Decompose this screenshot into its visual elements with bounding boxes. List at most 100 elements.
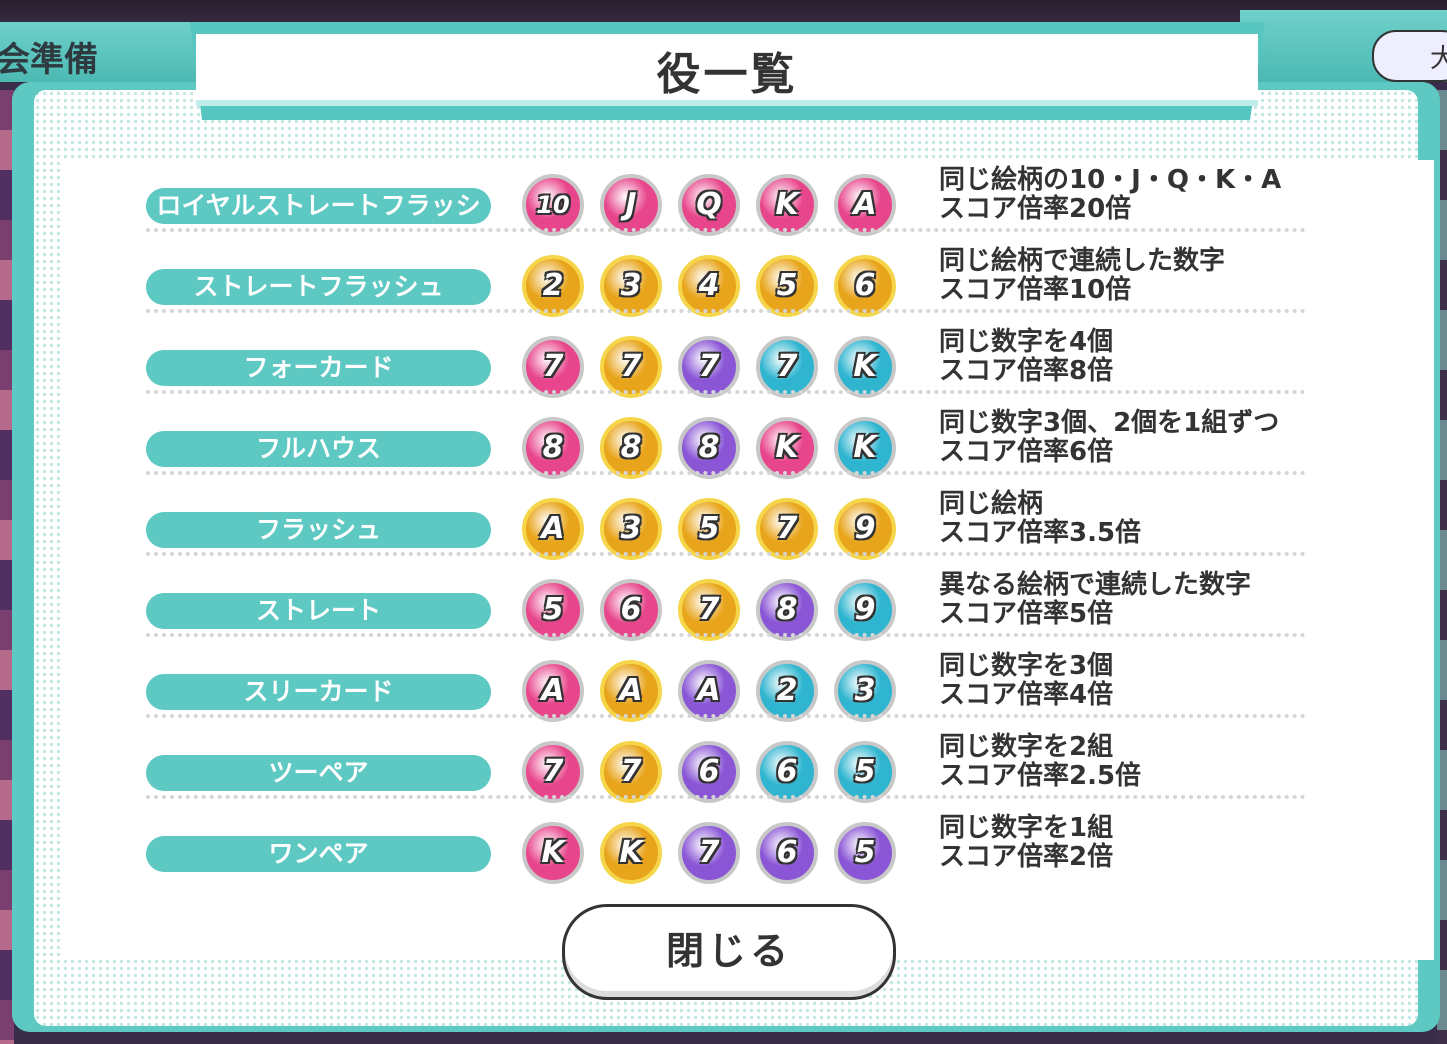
- card-pink-icon: 5: [522, 579, 584, 641]
- card-pink-icon: K: [756, 174, 818, 236]
- card-purple-icon: 5: [834, 822, 896, 884]
- hand-condition: 同じ数字3個、2個を1組ずつ: [939, 408, 1280, 438]
- card-gold-icon: 6: [834, 255, 896, 317]
- hand-description: 異なる絵柄で連続した数字 スコア倍率5倍: [939, 571, 1339, 629]
- close-button[interactable]: 閉じる: [562, 904, 896, 1000]
- card-teal-icon: K: [834, 417, 896, 479]
- card-gold-icon: 7: [678, 579, 740, 641]
- hand-row: ロイヤルストレートフラッシュ 10 J Q K A 同じ絵柄の10・J・Q・K・A スコア倍率…: [146, 166, 1306, 256]
- hand-row: ツーペア 7 7 6 6 5 同じ数字を2組 スコア倍率2.5倍: [146, 733, 1306, 819]
- card-pink-icon: 7: [522, 336, 584, 398]
- card-purple-icon: 7: [678, 336, 740, 398]
- hand-score-multiplier: スコア倍率3.5倍: [939, 518, 1142, 548]
- card-gold-icon: K: [600, 822, 662, 884]
- card-teal-icon: 6: [756, 741, 818, 803]
- hand-description: 同じ数字3個、2個を1組ずつ スコア倍率6倍: [939, 409, 1339, 467]
- card-pink-icon: 6: [600, 579, 662, 641]
- hand-name-label: スリーカード: [146, 674, 491, 710]
- card-gold-icon: 7: [600, 741, 662, 803]
- background-header-left: 会準備: [0, 22, 215, 82]
- card-gold-icon: 5: [678, 498, 740, 560]
- hand-description: 同じ数字を3個 スコア倍率4倍: [939, 652, 1339, 710]
- hand-name-label: ロイヤルストレートフラッシュ: [146, 188, 491, 256]
- card-pink-icon: K: [756, 417, 818, 479]
- hand-condition: 同じ数字を1組: [939, 813, 1114, 843]
- card-pink-icon: K: [522, 822, 584, 884]
- hand-name-label: フルハウス: [146, 431, 491, 467]
- dialog-title: 役一覧: [656, 49, 798, 100]
- card-teal-icon: 3: [834, 660, 896, 722]
- background-pill-text: 大: [1430, 44, 1447, 74]
- card-pink-icon: J: [600, 174, 662, 236]
- card-gold-icon: 3: [600, 255, 662, 317]
- row-divider: [146, 471, 1306, 475]
- hand-score-multiplier: スコア倍率20倍: [939, 194, 1132, 224]
- card-gold-icon: A: [600, 660, 662, 722]
- row-divider: [146, 633, 1306, 637]
- hand-condition: 同じ絵柄で連続した数字: [939, 246, 1226, 276]
- card-gold-icon: A: [522, 498, 584, 560]
- card-purple-icon: 8: [756, 579, 818, 641]
- hand-name-label: フォーカード: [146, 350, 491, 386]
- card-teal-icon: 5: [834, 741, 896, 803]
- hand-description: 同じ絵柄で連続した数字 スコア倍率10倍: [939, 247, 1339, 305]
- hand-row: ワンペア K K 7 6 5 同じ数字を1組 スコア倍率2倍: [146, 814, 1306, 900]
- example-cards: KK765: [522, 820, 922, 890]
- card-pink-icon: A: [522, 660, 584, 722]
- row-divider: [146, 714, 1306, 718]
- row-divider: [146, 795, 1306, 799]
- hand-name-label: ストレートフラッシュ: [146, 269, 491, 305]
- hand-score-multiplier: スコア倍率10倍: [939, 275, 1132, 305]
- card-teal-icon: 7: [756, 336, 818, 398]
- row-divider: [146, 390, 1306, 394]
- card-gold-icon: 3: [600, 498, 662, 560]
- hand-score-multiplier: スコア倍率2.5倍: [939, 761, 1142, 791]
- hand-description: 同じ絵柄の10・J・Q・K・A スコア倍率20倍: [939, 166, 1339, 224]
- hand-score-multiplier: スコア倍率5倍: [939, 599, 1114, 629]
- card-purple-icon: 6: [756, 822, 818, 884]
- card-pink-icon: 8: [522, 417, 584, 479]
- hand-score-multiplier: スコア倍率8倍: [939, 356, 1114, 386]
- hand-condition: 同じ絵柄: [939, 489, 1044, 519]
- card-purple-icon: 7: [678, 822, 740, 884]
- card-gold-icon: 2: [522, 255, 584, 317]
- hand-name-label: ツーペア: [146, 755, 491, 791]
- hand-description: 同じ絵柄 スコア倍率3.5倍: [939, 490, 1339, 548]
- hand-score-multiplier: スコア倍率2倍: [939, 842, 1114, 872]
- hand-condition: 同じ数字を4個: [939, 327, 1114, 357]
- card-gold-icon: 7: [756, 498, 818, 560]
- hand-condition: 異なる絵柄で連続した数字: [939, 570, 1252, 600]
- hand-name-label: ワンペア: [146, 836, 491, 872]
- row-divider: [146, 309, 1306, 313]
- hand-row: スリーカード A A A 2 3 同じ数字を3個 スコア倍率4倍: [146, 652, 1306, 738]
- card-purple-icon: A: [678, 660, 740, 722]
- card-gold-icon: 4: [678, 255, 740, 317]
- hand-condition: 同じ絵柄の10・J・Q・K・A: [939, 165, 1282, 195]
- card-gold-icon: 5: [756, 255, 818, 317]
- hand-score-multiplier: スコア倍率4倍: [939, 680, 1114, 710]
- hand-row: フォーカード 7 7 7 7 K 同じ数字を4個 スコア倍率8倍: [146, 328, 1306, 414]
- row-divider: [146, 552, 1306, 556]
- hand-condition: 同じ数字を3個: [939, 651, 1114, 681]
- card-pink-icon: Q: [678, 174, 740, 236]
- background-pill-button: 大: [1372, 30, 1447, 82]
- hand-condition: 同じ数字を2組: [939, 732, 1114, 762]
- hand-name-label: ストレート: [146, 593, 491, 629]
- row-divider: [146, 228, 1306, 232]
- card-gold-icon: 7: [600, 336, 662, 398]
- hand-description: 同じ数字を4個 スコア倍率8倍: [939, 328, 1339, 386]
- card-teal-icon: 2: [756, 660, 818, 722]
- card-gold-icon: 9: [834, 498, 896, 560]
- hand-row: ストレートフラッシュ 2 3 4 5 6 同じ絵柄で連続した数字 スコア倍率10倍: [146, 247, 1306, 333]
- hand-row: ストレート 5 6 7 8 9 異なる絵柄で連続した数字 スコア倍率5倍: [146, 571, 1306, 657]
- card-pink-icon: A: [834, 174, 896, 236]
- card-pink-icon: 7: [522, 741, 584, 803]
- card-pink-icon: 10: [522, 174, 584, 236]
- card-teal-icon: 9: [834, 579, 896, 641]
- hand-score-multiplier: スコア倍率6倍: [939, 437, 1114, 467]
- hand-description: 同じ数字を2組 スコア倍率2.5倍: [939, 733, 1339, 791]
- card-teal-icon: K: [834, 336, 896, 398]
- card-purple-icon: 6: [678, 741, 740, 803]
- card-gold-icon: 8: [600, 417, 662, 479]
- hand-name-label: フラッシュ: [146, 512, 491, 548]
